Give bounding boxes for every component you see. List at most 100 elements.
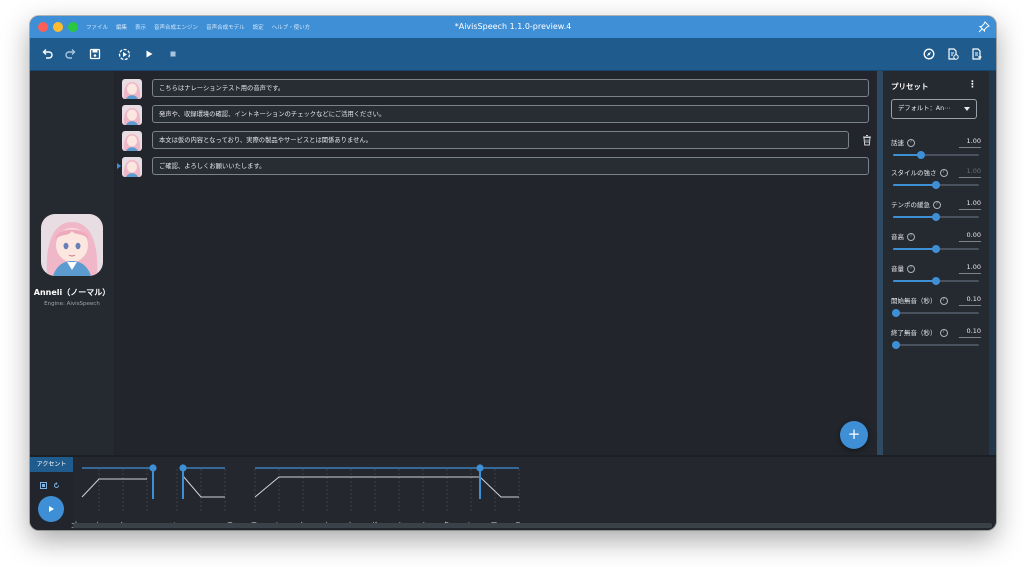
- param-value-input[interactable]: 0.00: [967, 231, 981, 239]
- slider-thumb[interactable]: [917, 151, 926, 159]
- param-label: スタイルの強さ?: [891, 167, 948, 177]
- menu-help[interactable]: ヘルプ・使い方: [272, 23, 311, 31]
- parameter-panel: プリセット ⋮ デフォルト：An⋯ 話速? 1.00 スタイルの強さ? 1.00 テンポ…: [883, 71, 989, 455]
- slider-thumb[interactable]: [932, 213, 940, 221]
- accent-phrase-2[interactable]: [179, 464, 225, 499]
- accent-scrollbar[interactable]: [73, 523, 992, 528]
- menu-edit[interactable]: 編集: [116, 23, 127, 31]
- help-icon[interactable]: ?: [939, 169, 948, 177]
- param-slider[interactable]: [892, 309, 979, 317]
- tab-accent[interactable]: アクセント: [30, 457, 73, 472]
- play-icon: [146, 50, 153, 58]
- param-label-text: 終了無音（秒）: [891, 329, 937, 337]
- continuous-play-button[interactable]: [115, 45, 133, 63]
- help-icon[interactable]: ?: [907, 139, 915, 147]
- stop-button[interactable]: [164, 45, 182, 63]
- window-minimize-button[interactable]: [53, 22, 63, 32]
- chevron-down-icon: [964, 107, 970, 111]
- param-value-underline: [959, 147, 981, 148]
- accent-handle[interactable]: [149, 464, 157, 472]
- param-label: 話速?: [891, 137, 915, 147]
- help-icon[interactable]: ?: [907, 233, 915, 241]
- reset-icon[interactable]: [53, 482, 60, 489]
- preset-select[interactable]: デフォルト：An⋯: [891, 99, 977, 119]
- param-value-input[interactable]: 1.00: [967, 167, 981, 175]
- play-audio-button[interactable]: [38, 496, 64, 522]
- menu-file[interactable]: ファイル: [86, 23, 108, 31]
- slider-thumb[interactable]: [932, 181, 940, 189]
- param-slider[interactable]: [893, 245, 979, 253]
- param-value-underline: [959, 241, 981, 242]
- redo-button[interactable]: [62, 45, 80, 63]
- menu-bar: ファイル 編集 表示 音声合成エンジン 音声合成モデル 設定 ヘルプ・使い方: [86, 16, 310, 38]
- audio-text-input[interactable]: ご確認、よろしくお願いいたします。: [152, 157, 869, 175]
- slider-fill: [893, 216, 936, 218]
- param-value-input[interactable]: 0.10: [967, 327, 981, 335]
- slider-fill: [893, 184, 936, 186]
- character-thumbnail: [122, 105, 142, 125]
- engine-label: Engine: AivisSpeech: [44, 301, 100, 307]
- save-icon: [89, 48, 101, 60]
- param-3: 音高? 0.00: [891, 231, 981, 261]
- param-value-input[interactable]: 0.10: [967, 295, 981, 303]
- param-label-text: 音高: [891, 233, 904, 241]
- param-label: 音高?: [891, 231, 915, 241]
- slider-thumb[interactable]: [892, 309, 901, 317]
- menu-view[interactable]: 表示: [135, 23, 146, 31]
- accent-handle[interactable]: [476, 464, 484, 472]
- parameter-panel-scrollbar[interactable]: [989, 71, 996, 455]
- param-label-text: 音量: [891, 265, 904, 273]
- param-value-input[interactable]: 1.00: [967, 263, 981, 271]
- toolbar: [30, 38, 996, 71]
- export-text-button[interactable]: [968, 45, 986, 63]
- compass-button[interactable]: [920, 45, 938, 63]
- help-icon[interactable]: ?: [939, 297, 948, 305]
- undo-button[interactable]: [38, 45, 56, 63]
- more-vert-icon[interactable]: ⋮: [968, 80, 977, 90]
- param-value-input[interactable]: 1.00: [967, 137, 981, 145]
- audio-item-avatar[interactable]: [122, 79, 142, 99]
- trash-icon[interactable]: [861, 134, 873, 146]
- slider-thumb[interactable]: [932, 245, 940, 253]
- param-slider[interactable]: [893, 181, 979, 189]
- audio-item-avatar[interactable]: [122, 131, 142, 151]
- param-slider[interactable]: [892, 341, 979, 349]
- redo-icon: [65, 49, 76, 59]
- character-thumbnail: [122, 157, 142, 177]
- help-icon[interactable]: ?: [933, 201, 941, 209]
- param-slider[interactable]: [893, 213, 979, 221]
- active-item-marker: [117, 163, 121, 169]
- save-button[interactable]: [86, 45, 104, 63]
- accent-phrase-3[interactable]: [254, 464, 519, 499]
- audio-item-avatar[interactable]: [122, 105, 142, 125]
- character-avatar[interactable]: [41, 214, 103, 276]
- audio-item-avatar[interactable]: [122, 157, 142, 177]
- pin-icon[interactable]: [978, 21, 990, 33]
- param-label: 開始無音（秒）?: [891, 295, 948, 305]
- param-slider[interactable]: [893, 151, 979, 159]
- export-audio-button[interactable]: [944, 45, 962, 63]
- param-value-input[interactable]: 1.00: [967, 199, 981, 207]
- help-icon[interactable]: ?: [907, 265, 915, 273]
- param-6: 終了無音（秒）? 0.10: [891, 327, 981, 357]
- help-icon[interactable]: ?: [939, 329, 948, 337]
- window-maximize-button[interactable]: [68, 22, 78, 32]
- audio-text-input[interactable]: こちらはナレーションテスト用の音声です。: [152, 79, 869, 97]
- add-audio-item-button[interactable]: +: [840, 421, 868, 449]
- slider-thumb[interactable]: [892, 341, 901, 349]
- param-slider[interactable]: [893, 277, 979, 285]
- accent-phrase-1[interactable]: [81, 464, 157, 499]
- slider-thumb[interactable]: [932, 277, 940, 285]
- accent-handle[interactable]: [179, 464, 187, 472]
- menu-settings[interactable]: 設定: [253, 23, 264, 31]
- play-button[interactable]: [140, 45, 158, 63]
- slider-fill: [893, 280, 936, 282]
- menu-model[interactable]: 音声合成モデル: [206, 23, 245, 31]
- audio-text-input[interactable]: 本文は仮の内容となっており、実際の製品やサービスとは関係ありません。: [152, 131, 849, 149]
- character-thumbnail: [122, 131, 142, 151]
- audio-text-input[interactable]: 発声や、収録環境の確認、イントネーションのチェックなどにご活用ください。: [152, 105, 869, 123]
- menu-engine[interactable]: 音声合成エンジン: [154, 23, 198, 31]
- window-close-button[interactable]: [38, 22, 48, 32]
- grid-icon[interactable]: [40, 482, 47, 489]
- param-1: スタイルの強さ? 1.00: [891, 167, 981, 197]
